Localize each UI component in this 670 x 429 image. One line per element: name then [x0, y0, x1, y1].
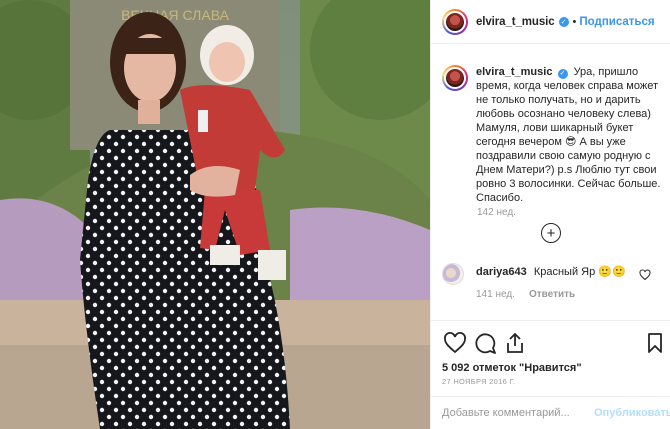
heart-icon[interactable] [443, 331, 467, 355]
author-username[interactable]: elvira_t_music [476, 16, 555, 28]
author-avatar[interactable] [442, 8, 468, 35]
add-comment-bar: Опубликовать [431, 396, 670, 429]
action-icon-row [441, 331, 667, 357]
post-date[interactable]: 27 НОЯБРЯ 2016 Г. [442, 377, 515, 386]
comments-section: elvira_t_music ✓ Ура, пришло время, когд… [431, 45, 670, 320]
header-separator: • [572, 15, 577, 28]
post-header: elvira_t_music ✓ • Подписаться [431, 0, 670, 44]
comment-meta: 141 нед. Ответить [476, 289, 646, 300]
comment-line: dariya643 Красный Яр 🙂🙂 [476, 265, 646, 279]
add-comment-input[interactable] [442, 407, 584, 419]
post-actions: 5 092 отметок "Нравится" 27 НОЯБРЯ 2016 … [431, 320, 670, 390]
caption-text-block: elvira_t_music ✓ Ура, пришло время, когд… [476, 65, 664, 205]
verified-badge-icon: ✓ [558, 16, 569, 27]
comment-icon[interactable] [473, 331, 497, 355]
post-caption: elvira_t_music ✓ Ура, пришло время, когд… [442, 65, 667, 205]
comment-body: dariya643 Красный Яр 🙂🙂 141 нед. Ответит… [476, 263, 646, 300]
post-photo[interactable]: ВЕЧНАЯ СЛАВА [0, 0, 430, 429]
caption-time[interactable]: 142 нед. [477, 207, 516, 218]
bookmark-icon[interactable] [643, 331, 667, 355]
reply-button[interactable]: Ответить [529, 289, 575, 300]
comment-time[interactable]: 141 нед. [476, 289, 515, 300]
comment-like-heart-icon[interactable] [639, 269, 651, 281]
publish-button[interactable]: Опубликовать [594, 407, 670, 419]
caption-username[interactable]: elvira_t_music [476, 66, 552, 78]
share-icon[interactable] [503, 331, 527, 355]
comment-item: dariya643 Красный Яр 🙂🙂 141 нед. Ответит… [442, 263, 667, 300]
load-more-comments-button[interactable]: + [541, 223, 561, 243]
comment-text: Красный Яр 🙂🙂 [533, 266, 626, 278]
post-photo-image: ВЕЧНАЯ СЛАВА [0, 0, 430, 429]
follow-button[interactable]: Подписаться [579, 16, 654, 28]
commenter-avatar[interactable] [442, 263, 464, 285]
likes-count[interactable]: 5 092 отметок "Нравится" [442, 362, 582, 374]
caption-verified-badge-icon: ✓ [557, 69, 568, 79]
caption-text: Ура, пришло время, когда человек справа … [476, 66, 661, 204]
caption-author-avatar[interactable] [442, 65, 468, 91]
commenter-username[interactable]: dariya643 [476, 266, 527, 278]
post-sidebar: elvira_t_music ✓ • Подписаться elvira_t_… [430, 0, 670, 429]
